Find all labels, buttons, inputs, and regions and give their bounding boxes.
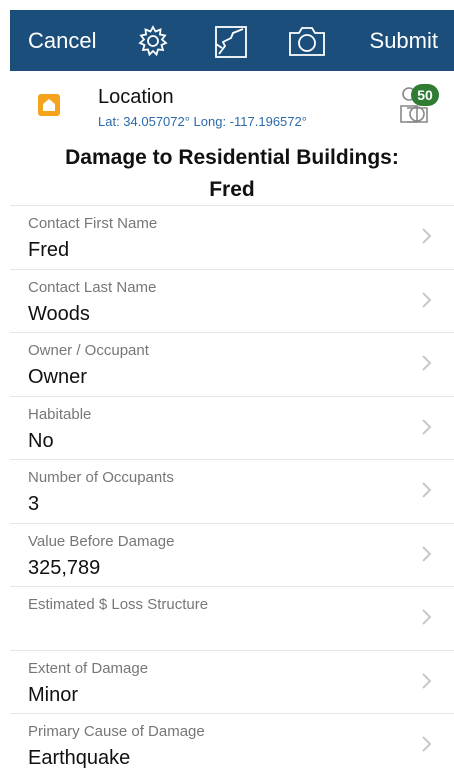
chevron-right-icon [422, 482, 432, 498]
gear-icon[interactable] [136, 24, 170, 63]
field-label: Owner / Occupant [28, 342, 149, 359]
submit-button[interactable]: Submit [370, 28, 438, 54]
chevron-right-icon [422, 291, 432, 308]
field-contact-first-name[interactable]: Contact First Name Fred [10, 205, 454, 269]
field-value-before-damage[interactable]: Value Before Damage 325,789 [10, 522, 454, 587]
field-habitable[interactable]: Habitable No [10, 395, 454, 460]
field-contact-last-name[interactable]: Contact Last Name Woods [10, 268, 454, 333]
field-value: Woods [28, 302, 90, 325]
form-title-line1: Damage to Residential Buildings: [65, 146, 399, 169]
field-label: Contact First Name [28, 215, 158, 232]
cancel-button[interactable]: Cancel [28, 28, 96, 54]
field-primary-cause-of-damage[interactable]: Primary Cause of Damage Earthquake [10, 713, 454, 777]
field-value: 3 [28, 493, 40, 515]
field-estimated-loss-structure[interactable]: Estimated $ Loss Structure [10, 586, 454, 650]
home-icon [38, 94, 60, 116]
field-list: Contact First Name Fred Contact Last Nam… [10, 205, 454, 777]
top-toolbar: Cancel Submit [10, 10, 454, 71]
field-extent-of-damage[interactable]: Extent of Damage Minor [10, 649, 454, 714]
form-title: Damage to Residential Buildings: Fred [10, 142, 454, 206]
chevron-right-icon [422, 736, 432, 752]
chevron-right-icon [422, 418, 432, 435]
field-number-of-occupants[interactable]: Number of Occupants 3 [10, 459, 454, 523]
field-label: Habitable [28, 405, 92, 423]
location-header[interactable]: Location Lat: 34.057072° Long: -117.1965… [10, 80, 454, 140]
field-label: Extent of Damage [28, 659, 149, 677]
field-value: No [28, 429, 54, 452]
camera-icon[interactable] [287, 24, 327, 63]
field-label: Number of Occupants [28, 469, 174, 486]
chevron-right-icon [422, 228, 432, 244]
field-label: Primary Cause of Damage [28, 723, 205, 740]
chevron-right-icon [422, 355, 432, 371]
form-title-line2: Fred [209, 178, 255, 201]
photo-count-button[interactable]: 50 [393, 82, 443, 128]
field-value: Owner [28, 366, 87, 388]
chevron-right-icon [422, 609, 432, 625]
field-value: Earthquake [28, 747, 131, 769]
photo-count-badge: 50 [411, 84, 439, 106]
field-label: Value Before Damage [28, 532, 175, 550]
location-coordinates: Lat: 34.057072° Long: -117.196572° [98, 114, 307, 129]
map-icon[interactable] [213, 24, 249, 65]
chevron-right-icon [422, 545, 432, 562]
field-value: 325,789 [28, 556, 101, 579]
field-value: Fred [28, 239, 70, 261]
field-owner-occupant[interactable]: Owner / Occupant Owner [10, 332, 454, 396]
field-value: Minor [28, 683, 79, 706]
field-label: Estimated $ Loss Structure [28, 596, 209, 613]
field-label: Contact Last Name [28, 278, 157, 296]
location-title: Location [98, 86, 174, 108]
chevron-right-icon [422, 672, 432, 689]
